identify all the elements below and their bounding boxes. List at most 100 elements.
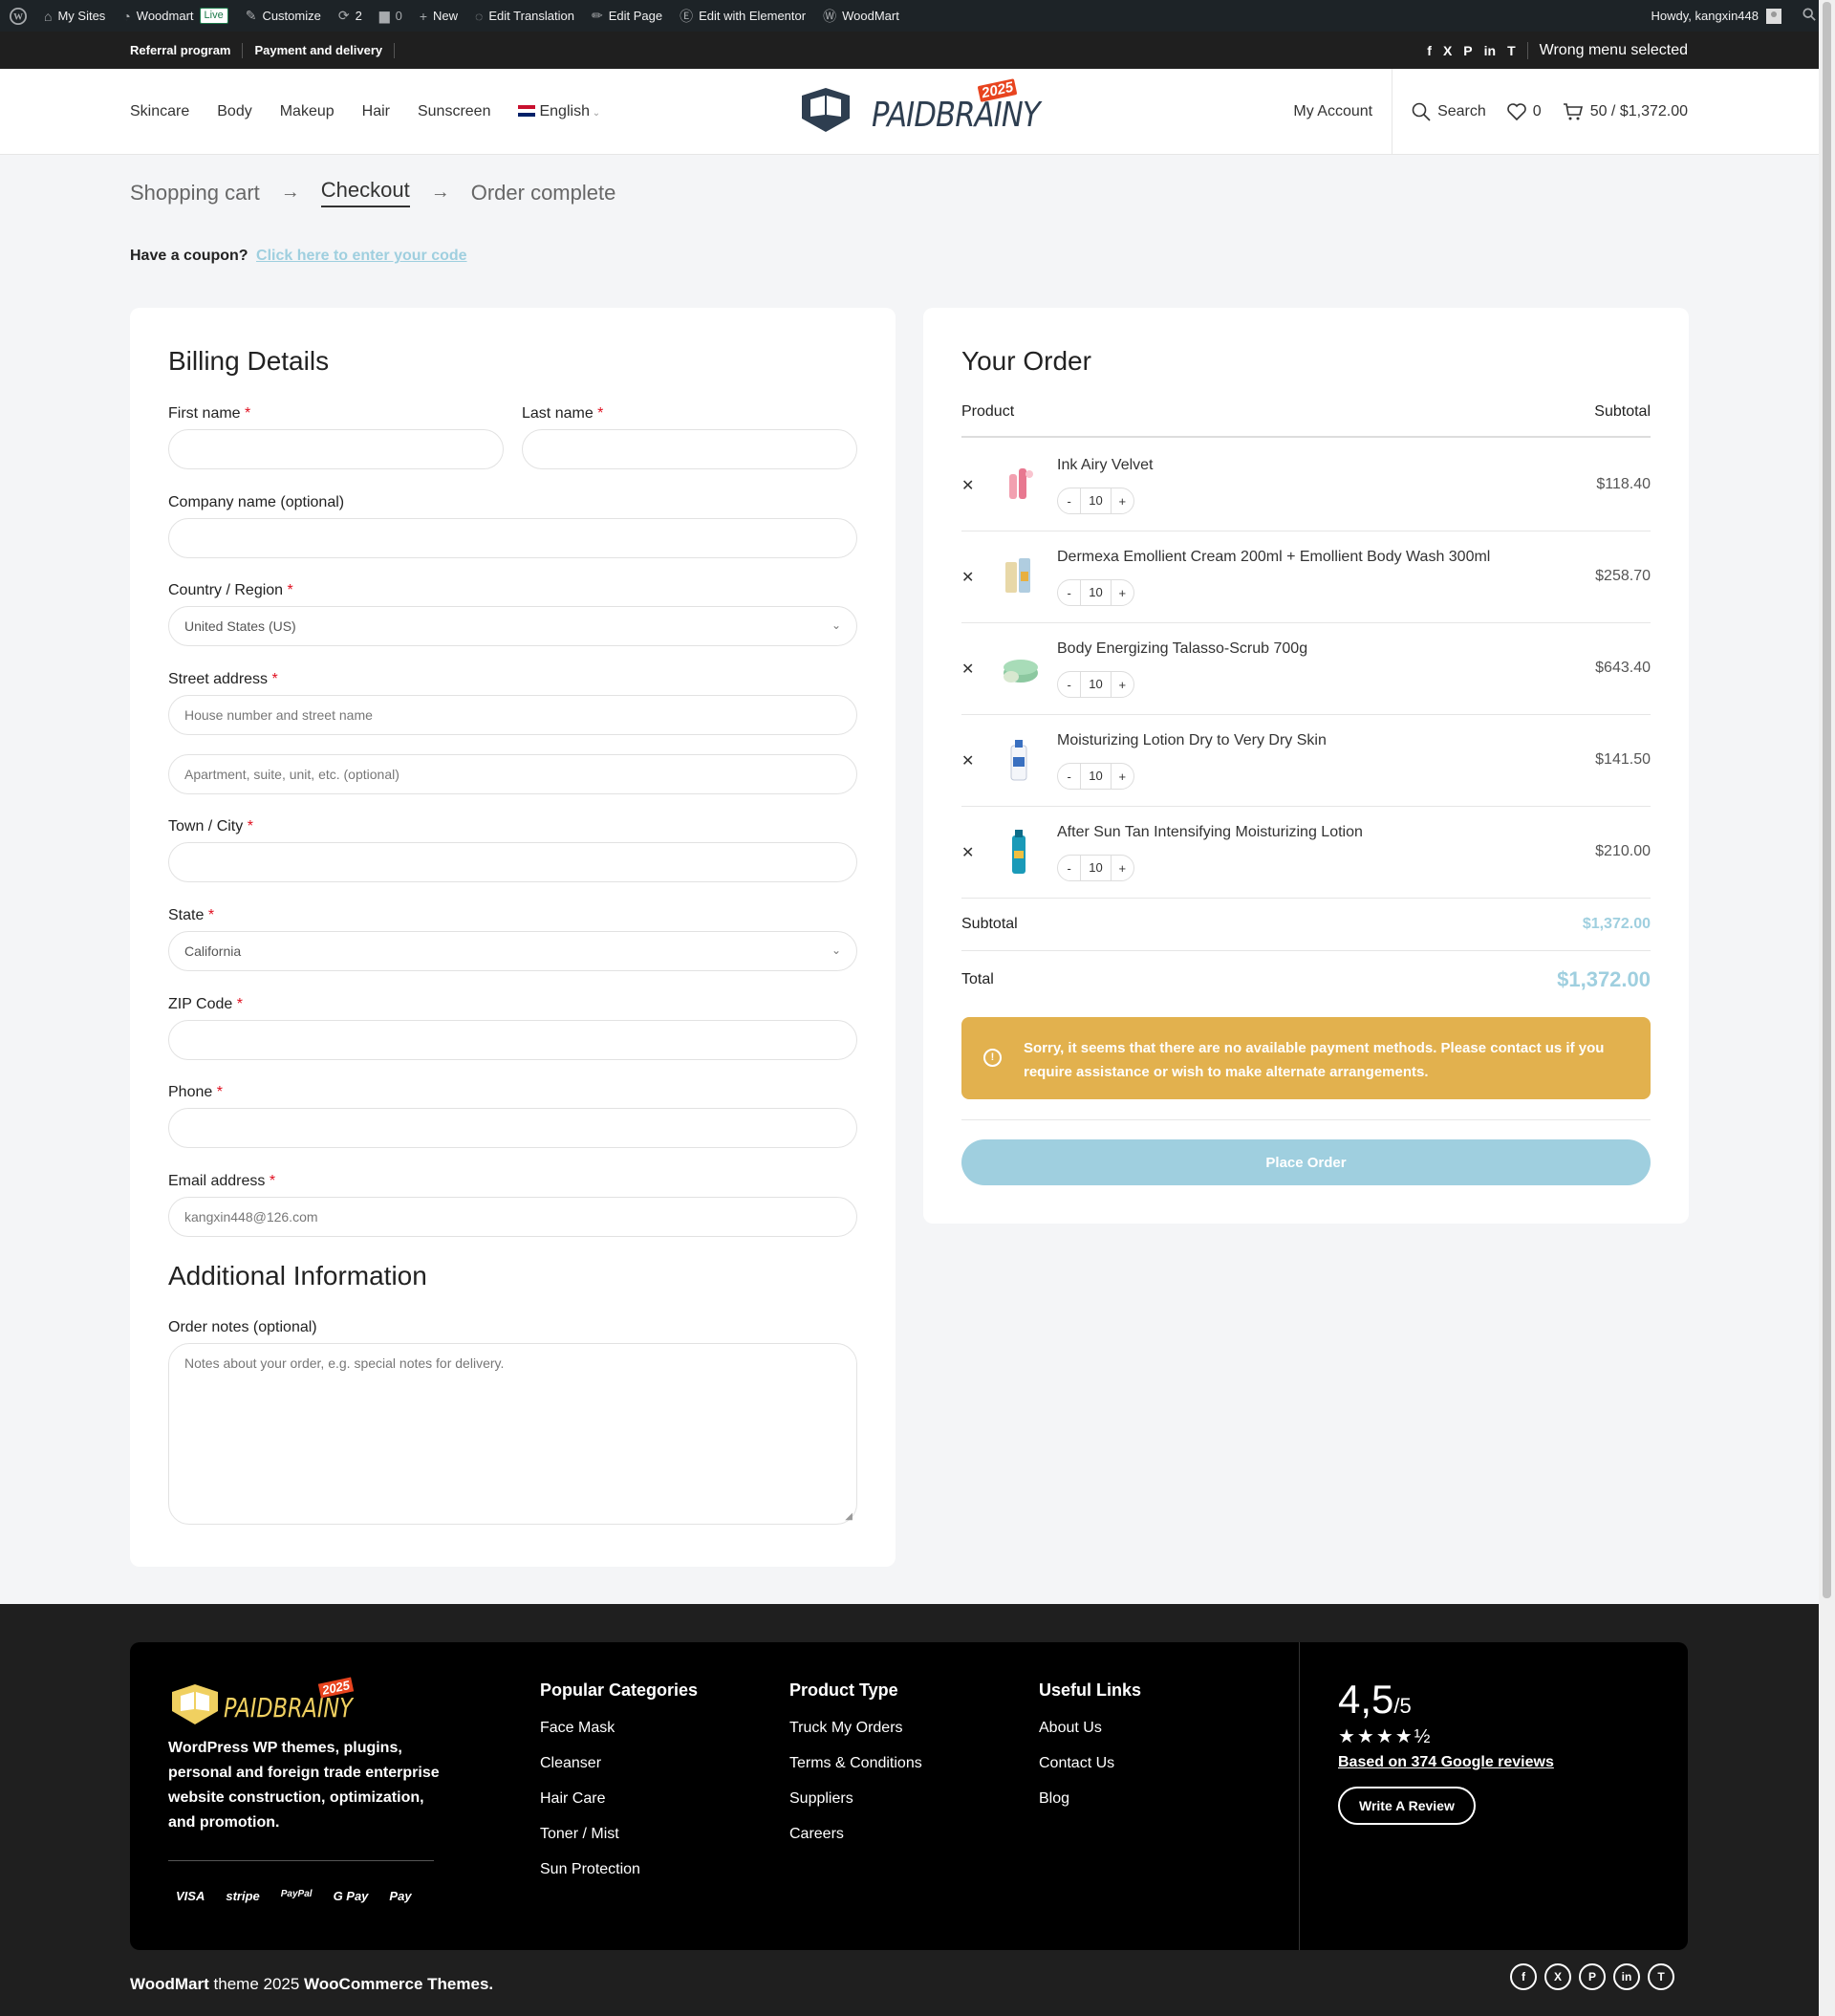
nav-hair[interactable]: Hair [362, 103, 390, 120]
quantity-stepper[interactable]: -10 + [1057, 579, 1134, 606]
order-item: ✕ Body Energizing Talasso-Scrub 700g -10… [961, 623, 1651, 715]
admin-new[interactable]: + New [420, 9, 458, 24]
admin-my-sites[interactable]: ⌂ My Sites [44, 9, 105, 24]
admin-customize[interactable]: ✎ Customize [246, 8, 321, 24]
city-input[interactable] [168, 842, 857, 882]
admin-edit-translation[interactable]: ◌ Edit Translation [475, 9, 574, 24]
last-name-input[interactable] [522, 429, 857, 469]
remove-item-icon[interactable]: ✕ [961, 660, 974, 679]
quantity-stepper[interactable]: -10 + [1057, 855, 1134, 881]
company-input[interactable] [168, 518, 857, 558]
footer-link[interactable]: Blog [1039, 1790, 1141, 1808]
qty-minus-button[interactable]: - [1058, 678, 1080, 692]
rating-block: 4,5/5 ★★★★½ Based on 374 Google reviews … [1338, 1677, 1554, 1825]
email-input[interactable]: kangxin448@126.com [168, 1197, 857, 1237]
place-order-button[interactable]: Place Order [961, 1139, 1651, 1185]
footer-link[interactable]: Contact Us [1039, 1755, 1141, 1772]
step-checkout[interactable]: Checkout [320, 178, 410, 207]
order-item: ✕ Dermexa Emollient Cream 200ml + Emolli… [961, 531, 1651, 623]
footer-logo[interactable]: PAIDBRAINY 2025 [168, 1677, 359, 1728]
quantity-stepper[interactable]: -10 + [1057, 671, 1134, 698]
language-switcher[interactable]: English ⌄ [518, 103, 600, 120]
wishlist-button[interactable]: 0 [1506, 103, 1542, 120]
qty-minus-button[interactable]: - [1058, 586, 1080, 600]
footer-link[interactable]: About Us [1039, 1720, 1141, 1737]
qty-minus-button[interactable]: - [1058, 494, 1080, 509]
footer-link[interactable]: Sun Protection [540, 1861, 698, 1878]
telegram-icon[interactable]: T [1507, 43, 1516, 58]
admin-account[interactable]: Howdy, kangxin448 [1652, 0, 1817, 32]
order-notes-field: Order notes (optional) Notes about your … [168, 1319, 857, 1525]
nav-skincare[interactable]: Skincare [130, 103, 189, 120]
my-account-link[interactable]: My Account [1293, 69, 1393, 155]
linkedin-icon[interactable]: in [1484, 43, 1496, 58]
pinterest-icon[interactable]: P [1579, 1963, 1606, 1990]
footer-link[interactable]: Suppliers [789, 1790, 922, 1808]
street-input-2[interactable]: Apartment, suite, unit, etc. (optional) [168, 754, 857, 794]
country-select[interactable]: United States (US) ⌄ [168, 606, 857, 646]
footer-link[interactable]: Terms & Conditions [789, 1755, 922, 1772]
step-shopping-cart[interactable]: Shopping cart [130, 181, 260, 206]
footer-link[interactable]: Face Mask [540, 1720, 698, 1737]
remove-item-icon[interactable]: ✕ [961, 751, 974, 770]
paypal-icon: PayPal [280, 1889, 313, 1899]
nav-makeup[interactable]: Makeup [280, 103, 335, 120]
first-name-input[interactable] [168, 429, 504, 469]
facebook-icon[interactable]: f [1427, 43, 1432, 58]
nav-sunscreen[interactable]: Sunscreen [418, 103, 491, 120]
referral-link[interactable]: Referral program [130, 42, 244, 58]
coupon-link[interactable]: Click here to enter your code [256, 248, 467, 264]
qty-plus-button[interactable]: + [1112, 861, 1133, 876]
admin-edit-elementor[interactable]: Ⓔ Edit with Elementor [680, 7, 806, 26]
linkedin-icon[interactable]: in [1613, 1963, 1640, 1990]
visa-icon: VISA [176, 1889, 205, 1903]
google-reviews-link[interactable]: Based on 374 Google reviews [1338, 1754, 1554, 1771]
search-icon[interactable] [1803, 8, 1816, 24]
street-input-1[interactable]: House number and street name [168, 695, 857, 735]
admin-updates[interactable]: ⟳ 2 [338, 8, 362, 24]
telegram-icon[interactable]: T [1648, 1963, 1674, 1990]
order-notes-textarea[interactable]: Notes about your order, e.g. special not… [168, 1343, 857, 1525]
zip-input[interactable] [168, 1020, 857, 1060]
qty-plus-button[interactable]: + [1112, 494, 1133, 509]
qty-plus-button[interactable]: + [1112, 770, 1133, 784]
footer-link[interactable]: Toner / Mist [540, 1826, 698, 1843]
qty-plus-button[interactable]: + [1112, 586, 1133, 600]
footer-link[interactable]: Hair Care [540, 1790, 698, 1808]
remove-item-icon[interactable]: ✕ [961, 476, 974, 495]
admin-comments[interactable]: ▆ 0 [379, 8, 402, 24]
admin-woodmart[interactable]: Ⓦ WoodMart [823, 7, 899, 26]
footer-link[interactable]: Careers [789, 1826, 922, 1843]
email-field: Email address * kangxin448@126.com [168, 1173, 857, 1237]
pinterest-icon[interactable]: P [1463, 43, 1472, 58]
phone-input[interactable] [168, 1108, 857, 1148]
state-select[interactable]: California ⌄ [168, 931, 857, 971]
scrollbar-thumb[interactable] [1823, 2, 1831, 1598]
qty-plus-button[interactable]: + [1112, 678, 1133, 692]
remove-item-icon[interactable]: ✕ [961, 843, 974, 862]
admin-edit-page[interactable]: ✏ Edit Page [592, 8, 662, 24]
qty-minus-button[interactable]: - [1058, 770, 1080, 784]
nav-body[interactable]: Body [217, 103, 251, 120]
write-review-button[interactable]: Write A Review [1338, 1787, 1476, 1825]
remove-item-icon[interactable]: ✕ [961, 568, 974, 587]
scrollbar[interactable] [1819, 0, 1835, 2016]
quantity-stepper[interactable]: -10 + [1057, 763, 1134, 790]
wordpress-logo-icon[interactable]: W [10, 7, 27, 25]
rating-value: 4,5 [1338, 1677, 1394, 1722]
footer-link[interactable]: Truck My Orders [789, 1720, 922, 1737]
admin-site-name[interactable]: ◔ Woodmart Live [122, 8, 228, 24]
cart-button[interactable]: 50 / $1,372.00 [1563, 102, 1688, 121]
qty-minus-button[interactable]: - [1058, 861, 1080, 876]
site-logo[interactable]: PAIDBRAINY 2025 [797, 78, 1041, 140]
order-table-header: Product Subtotal [961, 403, 1651, 438]
facebook-icon[interactable]: f [1510, 1963, 1537, 1990]
quantity-stepper[interactable]: -10 + [1057, 488, 1134, 514]
payment-delivery-link[interactable]: Payment and delivery [254, 42, 396, 58]
resize-handle-icon[interactable]: ◢ [845, 1511, 853, 1522]
search-button[interactable]: Search [1412, 102, 1486, 121]
footer-product-type: Product Type Truck My Orders Terms & Con… [789, 1680, 922, 1843]
footer-link[interactable]: Cleanser [540, 1755, 698, 1772]
x-icon[interactable]: X [1443, 43, 1452, 58]
x-icon[interactable]: X [1544, 1963, 1571, 1990]
